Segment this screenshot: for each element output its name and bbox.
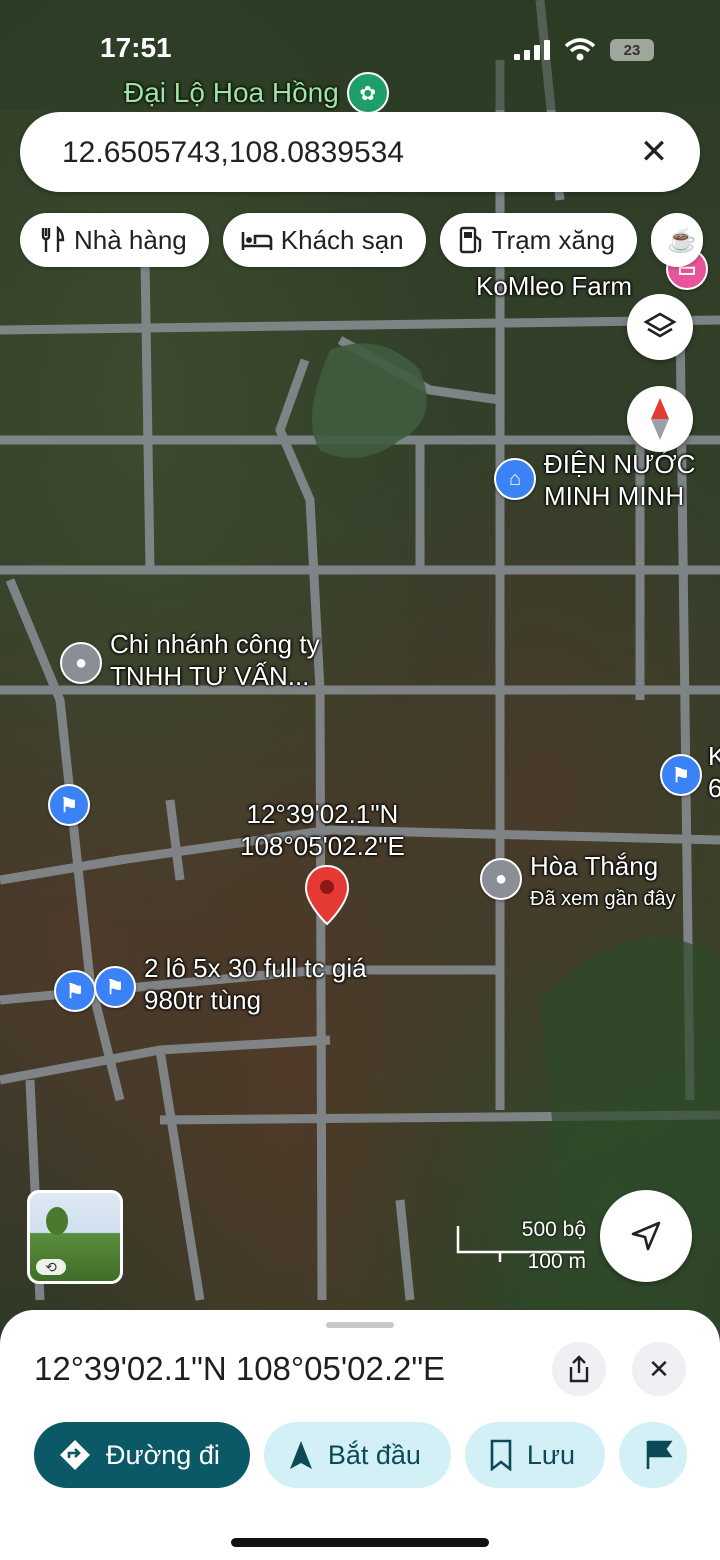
status-time: 17:51 <box>100 32 172 63</box>
poi-label-lot[interactable]: 2 lô 5x 30 full tc giá 980tr tùng <box>144 952 367 1016</box>
compass-button[interactable] <box>627 386 693 452</box>
place-title: 12°39'02.1"N 108°05'02.2"E <box>34 1350 446 1387</box>
navigation-arrow-icon <box>631 1221 661 1251</box>
road-label-text: Đại Lộ Hoa Hồng <box>124 77 339 108</box>
bed-icon <box>241 232 273 250</box>
poi-label-line: Chi nhánh công ty <box>110 629 320 659</box>
status-bar: 17:51 23 <box>0 30 720 70</box>
street-view-thumbnail[interactable]: ⟲ <box>27 1190 123 1284</box>
flag-icon <box>646 1440 673 1469</box>
search-input[interactable] <box>60 130 624 176</box>
chip-label: Nhà hàng <box>74 224 187 255</box>
coffee-icon: ☕ <box>666 226 697 254</box>
directions-icon <box>60 1440 90 1470</box>
scale-imperial: 500 bộ <box>521 1218 586 1241</box>
scale-metric: 100 m <box>527 1250 586 1273</box>
poi-label-dien-nuoc[interactable]: ĐIỆN NƯỚC MINH MINH <box>544 448 695 512</box>
chip-restaurants[interactable]: Nhà hàng <box>20 213 209 267</box>
poi-label-line: 6 <box>708 773 720 803</box>
map-scale: 500 bộ 100 m <box>456 1218 586 1278</box>
action-buttons: Đường đi Bắt đầu Lưu <box>34 1422 688 1488</box>
directions-button[interactable]: Đường đi <box>34 1422 250 1488</box>
wifi-icon <box>564 38 596 61</box>
search-bar[interactable]: ✕ <box>20 112 700 192</box>
layers-icon <box>643 312 677 338</box>
close-sheet-button[interactable]: ✕ <box>632 1342 686 1396</box>
save-button[interactable]: Lưu <box>464 1422 606 1488</box>
poi-label-line: MINH MINH <box>544 481 685 511</box>
road-network <box>0 0 720 1301</box>
start-button[interactable]: Bắt đầu <box>263 1422 451 1488</box>
chip-gas-stations[interactable]: Trạm xăng <box>439 213 637 267</box>
label-button[interactable] <box>619 1422 688 1488</box>
chip-label: Khách sạn <box>280 224 404 255</box>
poi-label-line: TNHH TƯ VẤN... <box>110 661 310 691</box>
poi-label-edge: K 6 <box>708 740 720 804</box>
pin-coordinate-label: 12°39'02.1"N 108°05'02.2"E <box>240 798 405 862</box>
close-icon: ✕ <box>648 1353 670 1384</box>
road-label-dai-lo-hoa-hong[interactable]: Đại Lộ Hoa Hồng ✿ <box>124 72 389 114</box>
flag-poi-icon[interactable]: ⚑ <box>94 966 136 1008</box>
clear-search-button[interactable]: ✕ <box>632 130 676 174</box>
rotate-360-icon: ⟲ <box>36 1259 66 1275</box>
coordinate-lng: 108°05'02.2"E <box>240 831 405 861</box>
poi-label-line: K <box>708 741 720 771</box>
chip-more[interactable]: ☕ <box>650 213 703 267</box>
start-label: Bắt đầu <box>327 1439 421 1470</box>
battery-icon: 23 <box>610 39 654 61</box>
bottom-sheet[interactable]: 12°39'02.1"N 108°05'02.2"E ✕ Đường đi Bắ… <box>0 1310 720 1560</box>
coordinate-lat: 12°39'02.1"N <box>246 799 399 829</box>
poi-label-recent: Đã xem gần đây <box>530 888 676 910</box>
signal-icon <box>514 40 550 60</box>
sheet-drag-handle[interactable] <box>326 1322 394 1328</box>
chip-hotels[interactable]: Khách sạn <box>222 213 426 267</box>
poi-label-line: 980tr tùng <box>144 985 262 1015</box>
poi-label-line: ĐIỆN NƯỚC <box>544 449 696 479</box>
map-view[interactable]: Đại Lộ Hoa Hồng ✿ KoMleo Farm ▭ ⌂ ĐIỆN N… <box>0 0 720 1340</box>
flag-poi-icon[interactable]: ⚑ <box>54 970 96 1012</box>
place-poi-icon[interactable]: ● <box>480 858 522 900</box>
my-location-button[interactable] <box>600 1190 692 1282</box>
navigation-icon <box>289 1441 312 1469</box>
chip-label: Trạm xăng <box>491 224 615 255</box>
place-poi-icon[interactable]: ● <box>60 642 102 684</box>
save-label: Lưu <box>526 1439 576 1470</box>
poi-label-komleo[interactable]: KoMleo Farm <box>476 270 632 302</box>
shop-poi-icon[interactable]: ⌂ <box>494 458 536 500</box>
layers-button[interactable] <box>627 294 693 360</box>
poi-label-hoa-thang[interactable]: Hòa Thắng <box>530 850 658 882</box>
category-chips: Nhà hàng Khách sạn Trạm xăng ☕ <box>20 213 703 267</box>
flower-icon: ✿ <box>346 72 389 114</box>
compass-icon <box>651 398 669 440</box>
poi-label-line: 2 lô 5x 30 full tc giá <box>144 953 367 983</box>
fuel-icon <box>459 226 481 254</box>
directions-label: Đường đi <box>106 1439 220 1470</box>
home-indicator <box>231 1538 489 1547</box>
flag-poi-icon[interactable]: ⚑ <box>48 784 90 826</box>
bookmark-icon <box>490 1439 512 1471</box>
flag-poi-icon[interactable]: ⚑ <box>660 754 702 796</box>
close-icon: ✕ <box>639 133 669 171</box>
fork-knife-icon <box>41 226 65 252</box>
dropped-pin-icon[interactable] <box>304 864 350 926</box>
share-icon <box>569 1355 589 1383</box>
share-button[interactable] <box>552 1342 606 1396</box>
poi-label-chi-nhanh[interactable]: Chi nhánh công ty TNHH TƯ VẤN... <box>110 628 320 692</box>
tree-shape <box>46 1207 68 1235</box>
